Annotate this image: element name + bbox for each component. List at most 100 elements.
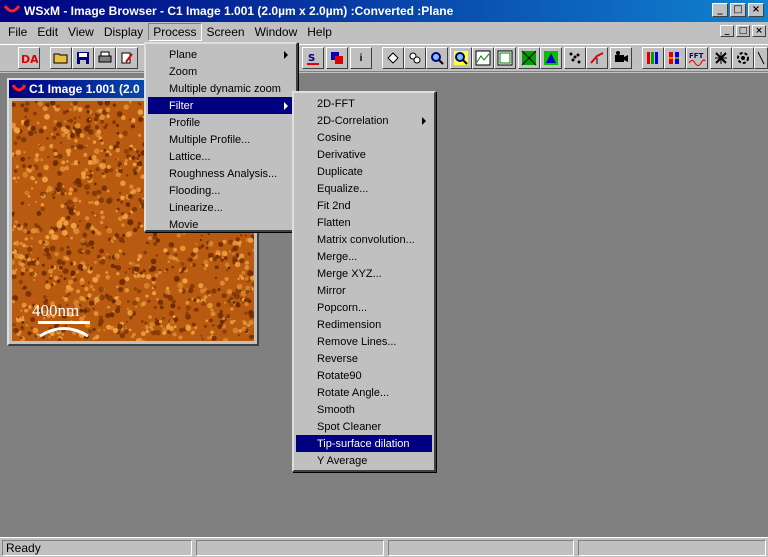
filter-menu-item[interactable]: Rotate90 — [296, 367, 432, 384]
menu-display[interactable]: Display — [99, 23, 148, 41]
filter-menu-item[interactable]: Mirror — [296, 282, 432, 299]
filter-menu-item[interactable]: Tip-surface dilation — [296, 435, 432, 452]
gear-icon[interactable] — [732, 47, 754, 69]
info-icon[interactable]: i — [350, 47, 372, 69]
process-menu-item-label: Flooding... — [169, 184, 221, 197]
filter-menu-item[interactable]: Reverse — [296, 350, 432, 367]
filter-menu-item[interactable]: Cosine — [296, 129, 432, 146]
process-menu-item[interactable]: Movie — [148, 216, 294, 233]
app-logo-icon — [4, 4, 20, 18]
scatter-icon[interactable] — [564, 47, 586, 69]
filter-menu-item[interactable]: Fit 2nd — [296, 197, 432, 214]
scale-bar — [38, 321, 90, 324]
filter-menu-item[interactable]: 2D-FFT — [296, 95, 432, 112]
process-menu-item[interactable]: Roughness Analysis... — [148, 165, 294, 182]
filter-menu-item[interactable]: Rotate Angle... — [296, 384, 432, 401]
da-logo-icon[interactable]: DA — [18, 47, 40, 69]
zoom-out-icon[interactable] — [450, 47, 472, 69]
filter-menu-item[interactable]: Remove Lines... — [296, 333, 432, 350]
process-menu-item-label: Profile — [169, 116, 201, 129]
filter-menu-item[interactable]: Merge XYZ... — [296, 265, 432, 282]
filter-menu-item[interactable]: Duplicate — [296, 163, 432, 180]
svg-text:S: S — [308, 53, 315, 64]
mdi-restore-button[interactable]: □ — [736, 25, 750, 37]
filter-menu-item[interactable]: Smooth — [296, 401, 432, 418]
filter-menu-item-label: Reverse — [317, 352, 358, 365]
select-icon[interactable] — [382, 47, 404, 69]
process-menu-item-label: Lattice... — [169, 150, 211, 163]
fft-icon[interactable]: FFT — [686, 47, 708, 69]
menu-file[interactable]: File — [3, 23, 32, 41]
filter-menu-item[interactable]: Y Average — [296, 452, 432, 469]
process-menu-item[interactable]: Multiple dynamic zoom — [148, 80, 294, 97]
mdi-controls: _ □ × — [720, 25, 766, 37]
filter-menu-item[interactable]: 2D-Correlation — [296, 112, 432, 129]
edit-icon[interactable] — [116, 47, 138, 69]
status-pane-3 — [388, 540, 574, 556]
process-menu-item[interactable]: Filter — [148, 97, 294, 114]
filter-menu-item[interactable]: Derivative — [296, 146, 432, 163]
process-menu-item[interactable]: Lattice... — [148, 148, 294, 165]
color-bars-alt-icon[interactable] — [664, 47, 686, 69]
toolbar-overflow-icon[interactable] — [754, 47, 768, 69]
filter-menu-item-label: Equalize... — [317, 182, 369, 195]
print-icon[interactable] — [94, 47, 116, 69]
process-menu-item[interactable]: Flooding... — [148, 182, 294, 199]
filter-menu-item-label: Y Average — [317, 454, 368, 467]
menu-process[interactable]: Process — [148, 23, 202, 41]
process-menu-item[interactable]: Multiple Profile... — [148, 131, 294, 148]
filter-menu-item-label: Spot Cleaner — [317, 420, 382, 433]
multi-select-icon[interactable] — [404, 47, 426, 69]
close-button[interactable]: × — [748, 3, 764, 17]
triangle-icon[interactable] — [540, 47, 562, 69]
filter-menu-item[interactable]: Redimension — [296, 316, 432, 333]
process-menu-item[interactable]: Zoom — [148, 63, 294, 80]
filter-menu-item-label: Cosine — [317, 131, 352, 144]
profile-b-icon[interactable] — [494, 47, 516, 69]
process-menu-item[interactable]: Profile — [148, 114, 294, 131]
scale-bar-label: 400nm — [32, 301, 80, 320]
filter-menu-item[interactable]: Matrix convolution... — [296, 231, 432, 248]
process-menu-item[interactable]: Plane — [148, 46, 294, 63]
grid-icon[interactable] — [518, 47, 540, 69]
menu-edit[interactable]: Edit — [32, 23, 63, 41]
scale-bar-arc-icon — [39, 327, 89, 337]
cross-icon[interactable] — [710, 47, 732, 69]
filter-menu-item[interactable]: Flatten — [296, 214, 432, 231]
save-icon[interactable] — [72, 47, 94, 69]
zoom-in-icon[interactable] — [426, 47, 448, 69]
process-menu-item-label: Linearize... — [169, 201, 223, 214]
mdi-close-button[interactable]: × — [752, 25, 766, 37]
filter-menu-item[interactable]: Equalize... — [296, 180, 432, 197]
profile-a-icon[interactable] — [472, 47, 494, 69]
filter-menu-item-label: Rotate Angle... — [317, 386, 390, 399]
movie-icon[interactable] — [610, 47, 632, 69]
mdi-minimize-button[interactable]: _ — [720, 25, 734, 37]
menu-window[interactable]: Window — [250, 23, 303, 41]
maximize-button[interactable]: □ — [730, 3, 746, 17]
3d-s-icon[interactable]: S — [302, 47, 324, 69]
process-menu-item[interactable]: Linearize... — [148, 199, 294, 216]
fft-label: FFT — [689, 52, 704, 60]
process-menu-item-label: Filter — [169, 99, 194, 112]
filter-menu-item-label: Redimension — [317, 318, 382, 331]
filter-menu-item[interactable]: Popcorn... — [296, 299, 432, 316]
curve-icon[interactable] — [586, 47, 608, 69]
submenu-arrow-icon — [422, 116, 426, 125]
filter-menu-item-label: 2D-FFT — [317, 97, 355, 110]
minimize-button[interactable]: _ — [712, 3, 728, 17]
svg-text:DA: DA — [21, 53, 38, 66]
menu-view[interactable]: View — [63, 23, 99, 41]
color-bars-icon[interactable] — [642, 47, 664, 69]
menu-help[interactable]: Help — [302, 23, 337, 41]
open-icon[interactable] — [50, 47, 72, 69]
submenu-arrow-icon — [284, 50, 288, 59]
filter-menu-item[interactable]: Merge... — [296, 248, 432, 265]
image-window-logo-icon — [12, 84, 26, 92]
filter-menu-item[interactable]: Spot Cleaner — [296, 418, 432, 435]
filter-menu-item-label: Flatten — [317, 216, 351, 229]
filter-menu-item-label: Derivative — [317, 148, 366, 161]
palette-icon[interactable] — [326, 47, 348, 69]
menu-screen[interactable]: Screen — [202, 23, 250, 41]
filter-menu-item-label: 2D-Correlation — [317, 114, 389, 127]
